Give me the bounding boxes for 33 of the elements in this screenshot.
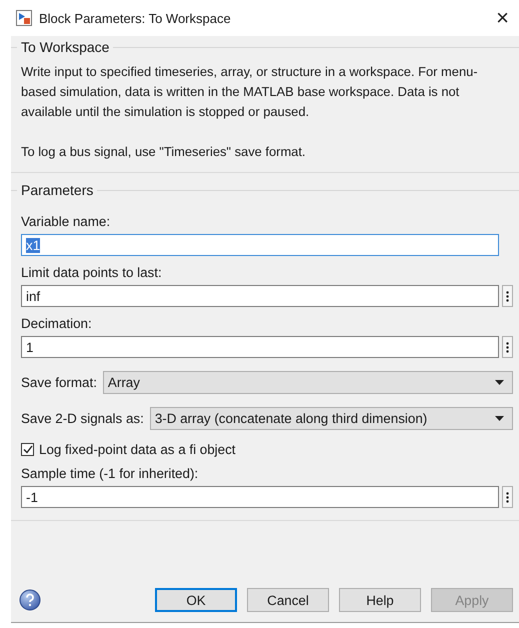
input-field[interactable]: 1 (21, 336, 499, 358)
description-text: To log a bus signal, use "Timeseries" save format. (21, 143, 307, 161)
field-label: Sample time (-1 for inherited): (21, 466, 200, 481)
field-label: Limit data points to last: (21, 265, 163, 280)
dialog-button[interactable]: Help (339, 588, 421, 612)
caret-icon (495, 416, 504, 421)
more-options-icon (506, 290, 509, 302)
field-label: Save 2-D signals as: (21, 411, 144, 426)
more-options-button[interactable] (502, 285, 513, 307)
dialog-button[interactable]: Cancel (247, 588, 329, 612)
more-options-icon (506, 492, 509, 502)
close-button[interactable]: × (496, 7, 509, 29)
help-icon[interactable] (19, 589, 41, 611)
input-field[interactable]: inf (21, 285, 499, 307)
field-label: Decimation: (21, 316, 93, 331)
group-title: To Workspace (21, 39, 110, 55)
more-options-button[interactable] (502, 336, 513, 358)
checkbox-label: Log fixed-point data as a fi object (39, 442, 236, 457)
checkbox[interactable] (21, 443, 34, 456)
field-label: Save format: (21, 375, 97, 390)
more-options-button[interactable] (502, 486, 513, 508)
dropdown[interactable]: 3-D array (concatenate along third dimension) (150, 407, 513, 430)
more-options-icon (506, 342, 509, 352)
input-field[interactable]: -1 (21, 486, 499, 508)
dropdown[interactable]: Array (102, 371, 513, 394)
description-text: Write input to specified timeseries, array, or structure in a workspace. For menu-based simulation, data is written in the MATLAB base workspace. Data is not available until the simulation is stopped or paused. (21, 63, 479, 121)
block-icon (16, 10, 32, 26)
caret-icon (495, 380, 504, 385)
dialog-button[interactable]: OK (155, 588, 237, 612)
input-field[interactable]: x1 (21, 234, 499, 256)
group-title: Parameters (21, 182, 94, 198)
field-label: Variable name: (21, 214, 112, 229)
window-title: Block Parameters: To Workspace (39, 10, 232, 26)
